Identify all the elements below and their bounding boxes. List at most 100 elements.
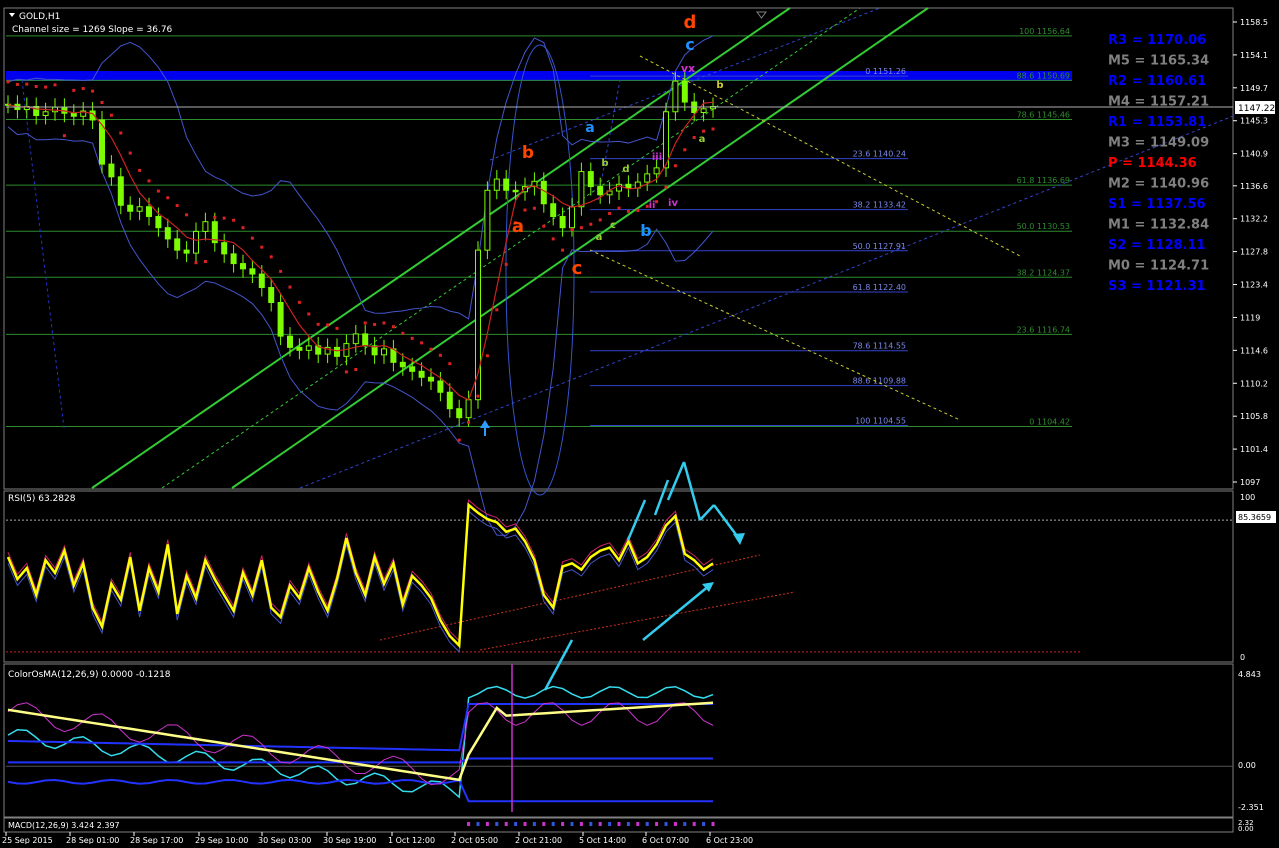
- wave-label-b: b: [601, 158, 608, 169]
- candle-body: [249, 268, 256, 275]
- candle-body: [127, 204, 134, 212]
- sar-dot: [147, 179, 151, 183]
- sar-dot: [269, 255, 273, 259]
- candle-body: [597, 186, 604, 196]
- macd-histogram-bar: [514, 822, 518, 826]
- macd-histogram-bar: [476, 822, 480, 826]
- candle-body: [465, 399, 472, 419]
- candle-body: [381, 348, 387, 356]
- candle-body: [108, 163, 115, 178]
- pivot-name: S3: [1108, 279, 1126, 294]
- candle-body: [155, 215, 162, 229]
- channel-subtitle: Channel size = 1269 Slope = 36.76: [12, 25, 173, 35]
- candle-body: [174, 238, 181, 251]
- wave-label-b: b: [716, 80, 723, 91]
- symbol-label: GOLD,H1: [19, 12, 60, 22]
- macd-histogram-bar: [702, 822, 706, 826]
- candle-body: [625, 183, 632, 189]
- chart-window: 100 1156.64 88.6 1150.69 78.6 1145.46 61.8 …: [0, 0, 1279, 845]
- candle-body: [117, 176, 124, 206]
- pivot-equals: =: [1126, 197, 1146, 212]
- time-label: 1 Oct 12:00: [388, 836, 435, 844]
- sar-dot: [363, 321, 367, 325]
- sar-dot: [504, 262, 508, 266]
- macd-histogram-bar: [504, 822, 508, 826]
- time-label: 30 Sep 03:00: [258, 836, 311, 844]
- pivot-level-r1: R1 = 1153.81: [1108, 115, 1206, 130]
- fib-blue-label: 61.8 1122.40: [853, 283, 906, 292]
- fib-green-label: 78.6 1145.46: [1017, 111, 1070, 120]
- candle-body: [352, 333, 359, 345]
- time-label: 30 Sep 19:00: [323, 836, 376, 844]
- fib-green-label: 61.8 1136.69: [1017, 176, 1070, 185]
- price-tick-label: 1114.6: [1240, 346, 1268, 355]
- sar-dot: [382, 321, 386, 325]
- sar-dot: [702, 129, 706, 133]
- sar-dot: [523, 208, 527, 212]
- sar-dot: [410, 336, 414, 340]
- time-label: 25 Sep 2015: [2, 836, 53, 844]
- pivot-equals: =: [1127, 33, 1147, 48]
- candle-body: [136, 206, 143, 212]
- sar-dot: [598, 218, 602, 222]
- macd-histogram-bar: [645, 822, 649, 826]
- osma-tick-mid: 0.00: [1238, 761, 1256, 770]
- pivot-value: 1137.56: [1146, 197, 1205, 212]
- fib-green-label: 38.2 1124.37: [1017, 268, 1070, 277]
- pivot-equals: =: [1127, 74, 1147, 89]
- sar-dot: [438, 353, 442, 357]
- macd-histogram-bar: [561, 822, 565, 826]
- candle-body: [493, 178, 500, 191]
- pivot-equals: =: [1126, 238, 1146, 253]
- sar-dot: [476, 394, 480, 398]
- pivot-value: 1140.96: [1150, 177, 1209, 192]
- sar-dot: [241, 226, 245, 230]
- fib-blue-label: 0 1151.26: [865, 67, 906, 76]
- candle-body: [700, 108, 707, 114]
- time-label: 28 Sep 01:00: [66, 836, 119, 844]
- candle-body: [240, 263, 246, 270]
- pivot-name: M0: [1108, 259, 1130, 274]
- sar-dot: [288, 285, 292, 289]
- sar-dot: [316, 322, 320, 326]
- sar-dot: [457, 438, 461, 442]
- wave-label-a: a: [596, 232, 603, 243]
- sar-dot: [119, 131, 123, 135]
- fib-green-label: 50.0 1130.53: [1017, 222, 1070, 231]
- sar-dot: [467, 420, 471, 424]
- sar-dot: [81, 87, 85, 91]
- macd-histogram-bar: [617, 822, 621, 826]
- pivot-value: 1124.71: [1150, 259, 1209, 274]
- candle-body: [644, 173, 651, 183]
- candle-body: [183, 249, 190, 254]
- candle-body: [305, 345, 312, 351]
- macd-histogram-bar: [664, 822, 668, 826]
- macd-histogram-bar: [579, 822, 583, 826]
- pivot-level-s2: S2 = 1128.11: [1108, 238, 1206, 253]
- macd-histogram-bar: [692, 822, 696, 826]
- pivot-name: S1: [1108, 197, 1126, 212]
- sar-dot: [156, 189, 160, 193]
- pivot-name: R3: [1108, 33, 1127, 48]
- sar-dot: [673, 164, 677, 168]
- sar-dot: [72, 88, 76, 92]
- pivot-equals: =: [1126, 279, 1146, 294]
- sar-dot: [589, 222, 593, 226]
- sar-dot: [44, 85, 48, 89]
- fib-blue-label: 23.6 1140.24: [853, 150, 906, 159]
- sar-dot: [532, 206, 536, 210]
- macd-histogram-bar: [598, 822, 602, 826]
- pivot-level-m1: M1 = 1132.84: [1108, 218, 1209, 233]
- macd-histogram-bar: [636, 822, 640, 826]
- sar-dot: [53, 83, 57, 87]
- price-tick-label: 1149.7: [1240, 84, 1268, 93]
- fib-blue-label: 38.2 1133.42: [853, 201, 906, 210]
- candle-body: [202, 221, 209, 232]
- candle-body: [221, 242, 228, 255]
- sar-dot: [429, 347, 433, 351]
- candle-body: [164, 227, 171, 240]
- macd-histogram-bar: [711, 822, 715, 826]
- sar-dot: [344, 370, 348, 374]
- wave-label-b: b: [640, 221, 651, 240]
- sar-dot: [664, 185, 668, 189]
